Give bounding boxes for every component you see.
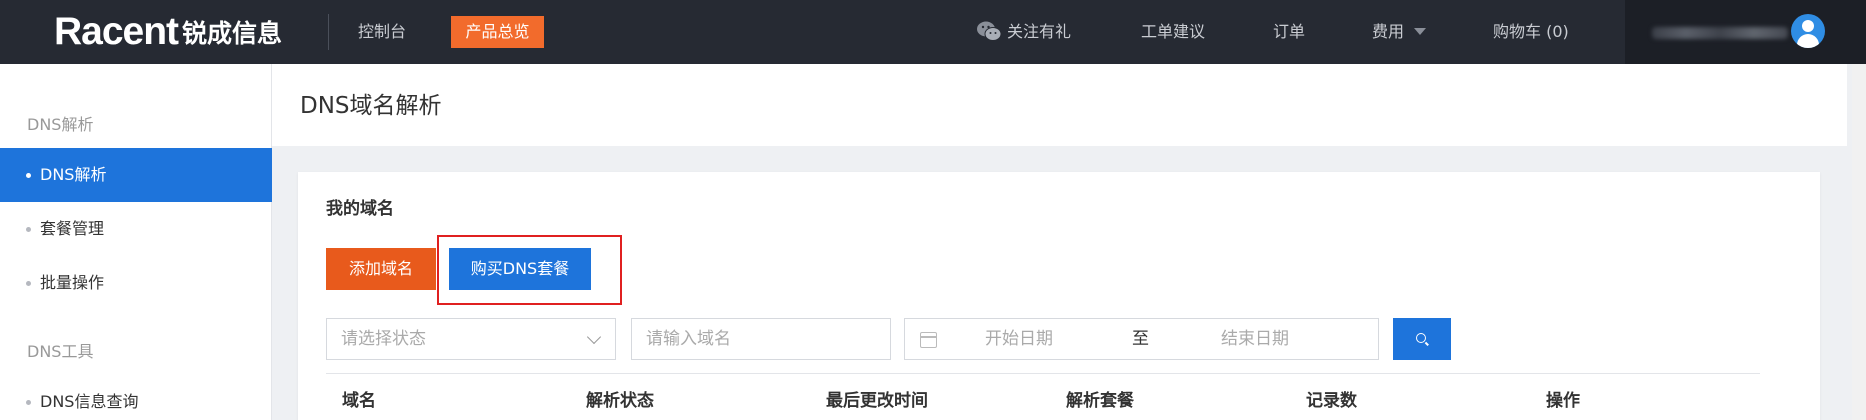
user-icon-head bbox=[1802, 20, 1814, 32]
sidebar-item-label: DNS信息查询 bbox=[40, 392, 139, 411]
sidebar-group-dns: DNS解析 bbox=[27, 115, 94, 134]
column-header-package: 解析套餐 bbox=[1066, 391, 1134, 411]
cart-link[interactable]: 购物车 (0) bbox=[1493, 20, 1569, 44]
add-domain-button[interactable]: 添加域名 bbox=[326, 248, 436, 290]
start-date-placeholder[interactable]: 开始日期 bbox=[985, 319, 1053, 359]
scrollbar[interactable] bbox=[1852, 64, 1866, 420]
sidebar-item-dns[interactable]: DNS解析 bbox=[0, 148, 272, 202]
bullet-icon bbox=[26, 227, 31, 232]
search-button[interactable] bbox=[1393, 318, 1451, 360]
status-select[interactable]: 请选择状态 bbox=[326, 318, 616, 360]
sidebar-item-batch[interactable]: 批量操作 bbox=[0, 256, 272, 310]
column-header-domain: 域名 bbox=[342, 391, 376, 411]
racent-logo[interactable]: Racent 锐成信息 bbox=[54, 8, 282, 56]
products-overview-button[interactable]: 产品总览 bbox=[451, 16, 544, 48]
page-title: DNS域名解析 bbox=[300, 93, 442, 119]
table-header: 域名 解析状态 最后更改时间 解析套餐 记录数 操作 bbox=[326, 373, 1760, 420]
orders-link[interactable]: 订单 bbox=[1273, 20, 1305, 44]
logo-chinese-text: 锐成信息 bbox=[182, 19, 283, 48]
sidebar-group-tools: DNS工具 bbox=[27, 342, 94, 361]
sidebar-item-label: 套餐管理 bbox=[40, 219, 105, 238]
follow-gift-link[interactable]: 关注有礼 bbox=[1007, 20, 1071, 44]
bullet-icon bbox=[26, 173, 31, 178]
calendar-icon bbox=[920, 332, 937, 348]
sidebar-item-dns-lookup[interactable]: DNS信息查询 bbox=[0, 375, 272, 420]
search-icon-handle bbox=[1425, 341, 1429, 346]
column-header-actions: 操作 bbox=[1546, 391, 1580, 411]
top-divider bbox=[328, 14, 329, 50]
avatar[interactable] bbox=[1791, 14, 1825, 48]
column-header-modified: 最后更改时间 bbox=[826, 391, 928, 411]
card-title: 我的域名 bbox=[326, 199, 394, 219]
ticket-link[interactable]: 工单建议 bbox=[1141, 20, 1205, 44]
fees-menu[interactable]: 费用 bbox=[1372, 20, 1404, 44]
domain-search-input[interactable]: 请输入域名 bbox=[631, 318, 891, 360]
end-date-placeholder[interactable]: 结束日期 bbox=[1221, 319, 1289, 359]
status-select-placeholder: 请选择状态 bbox=[341, 329, 426, 349]
sidebar-item-label: DNS解析 bbox=[40, 165, 107, 184]
buy-dns-package-button[interactable]: 购买DNS套餐 bbox=[449, 248, 591, 290]
logo-text: Racent bbox=[54, 10, 179, 53]
bullet-icon bbox=[26, 400, 31, 405]
date-range-separator: 至 bbox=[1132, 329, 1149, 349]
user-icon-body bbox=[1797, 34, 1819, 48]
console-link[interactable]: 控制台 bbox=[358, 20, 406, 44]
date-range-picker[interactable]: 开始日期 至 结束日期 bbox=[904, 318, 1379, 360]
chevron-down-icon bbox=[586, 329, 602, 345]
sidebar-item-label: 批量操作 bbox=[40, 273, 105, 292]
bullet-icon bbox=[26, 281, 31, 286]
wechat-icon bbox=[977, 21, 1002, 41]
page-header bbox=[272, 64, 1847, 146]
column-header-status: 解析状态 bbox=[586, 391, 654, 411]
user-name-redacted bbox=[1652, 27, 1788, 39]
domain-input-placeholder: 请输入域名 bbox=[646, 329, 731, 349]
sidebar-item-packages[interactable]: 套餐管理 bbox=[0, 202, 272, 256]
chevron-down-icon[interactable] bbox=[1414, 28, 1426, 35]
column-header-records: 记录数 bbox=[1306, 391, 1357, 411]
